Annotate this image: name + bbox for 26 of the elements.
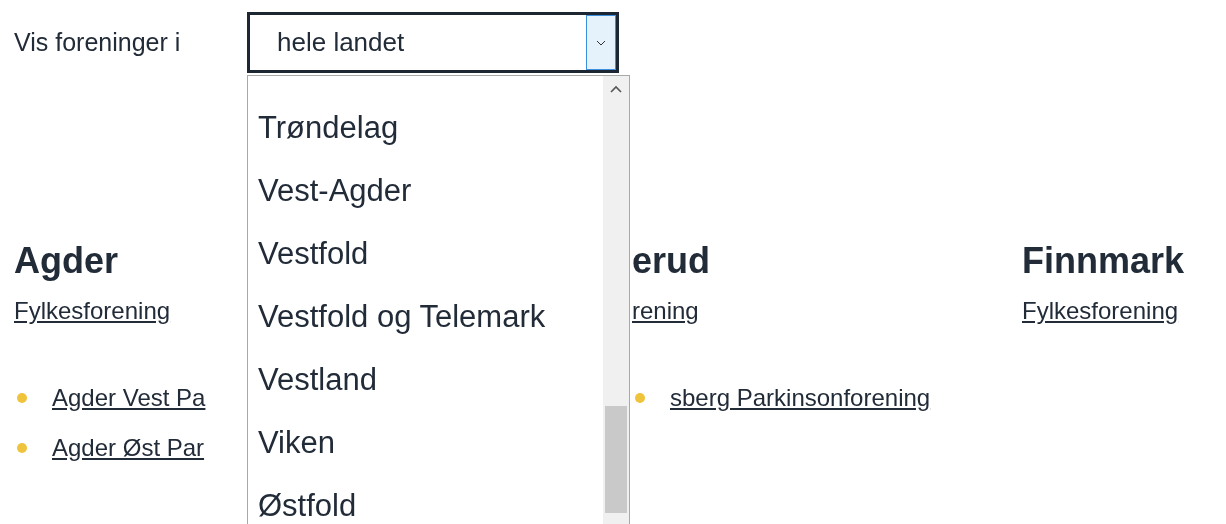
dropdown-option[interactable]: Viken	[248, 411, 603, 474]
county-association-link[interactable]: Fylkesforening	[1022, 294, 1179, 328]
region-heading: Agder	[14, 239, 118, 283]
filter-label: Vis foreninger i	[14, 27, 182, 58]
dropdown-option[interactable]: Vest-Agder	[248, 159, 603, 222]
scrollbar[interactable]	[603, 76, 629, 524]
region-select[interactable]: hele landet	[247, 12, 619, 73]
chevron-down-icon	[596, 39, 606, 46]
dropdown-option[interactable]: Vestland	[248, 348, 603, 411]
scroll-up-icon	[610, 85, 622, 93]
dropdown-toggle[interactable]	[586, 15, 616, 70]
dropdown-option[interactable]: Trøndelag	[248, 96, 603, 159]
association-link[interactable]: Agder Øst Par	[52, 431, 205, 465]
association-link[interactable]: sberg Parkinsonforening	[670, 381, 931, 415]
bullet-icon	[17, 393, 27, 403]
scrollbar-thumb[interactable]	[605, 406, 627, 513]
region-heading: Finnmark	[1022, 239, 1185, 283]
region-heading: erud	[632, 239, 710, 283]
association-link[interactable]: Agder Vest Pa	[52, 381, 206, 415]
dropdown-option[interactable]: Østfold	[248, 474, 603, 524]
county-association-link[interactable]: Fylkesforening	[14, 294, 171, 328]
bullet-icon	[635, 393, 645, 403]
dropdown-option[interactable]: Vestfold	[248, 222, 603, 285]
county-association-link[interactable]: rening	[632, 294, 699, 328]
dropdown-option[interactable]: Vestfold og Telemark	[248, 285, 603, 348]
bullet-icon	[17, 443, 27, 453]
